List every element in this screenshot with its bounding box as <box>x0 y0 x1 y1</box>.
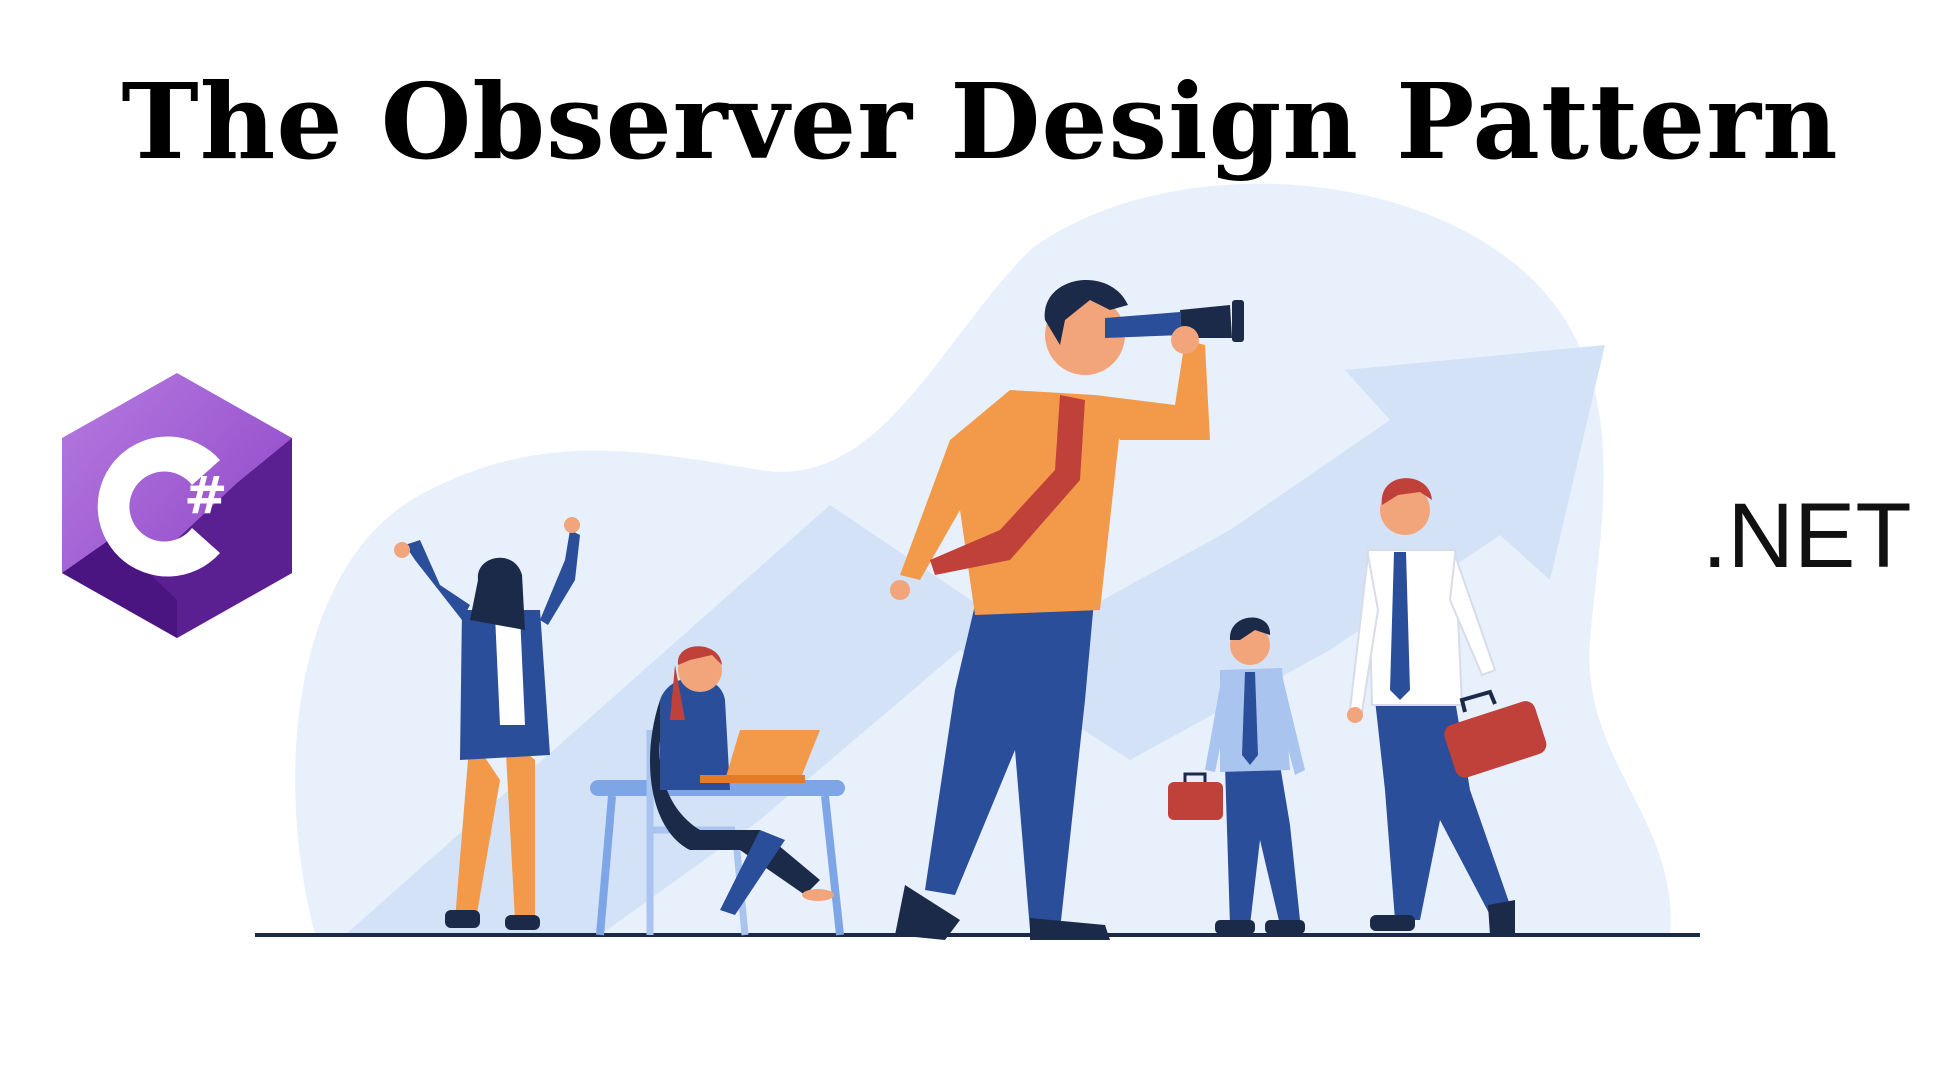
illustration <box>255 183 1700 940</box>
